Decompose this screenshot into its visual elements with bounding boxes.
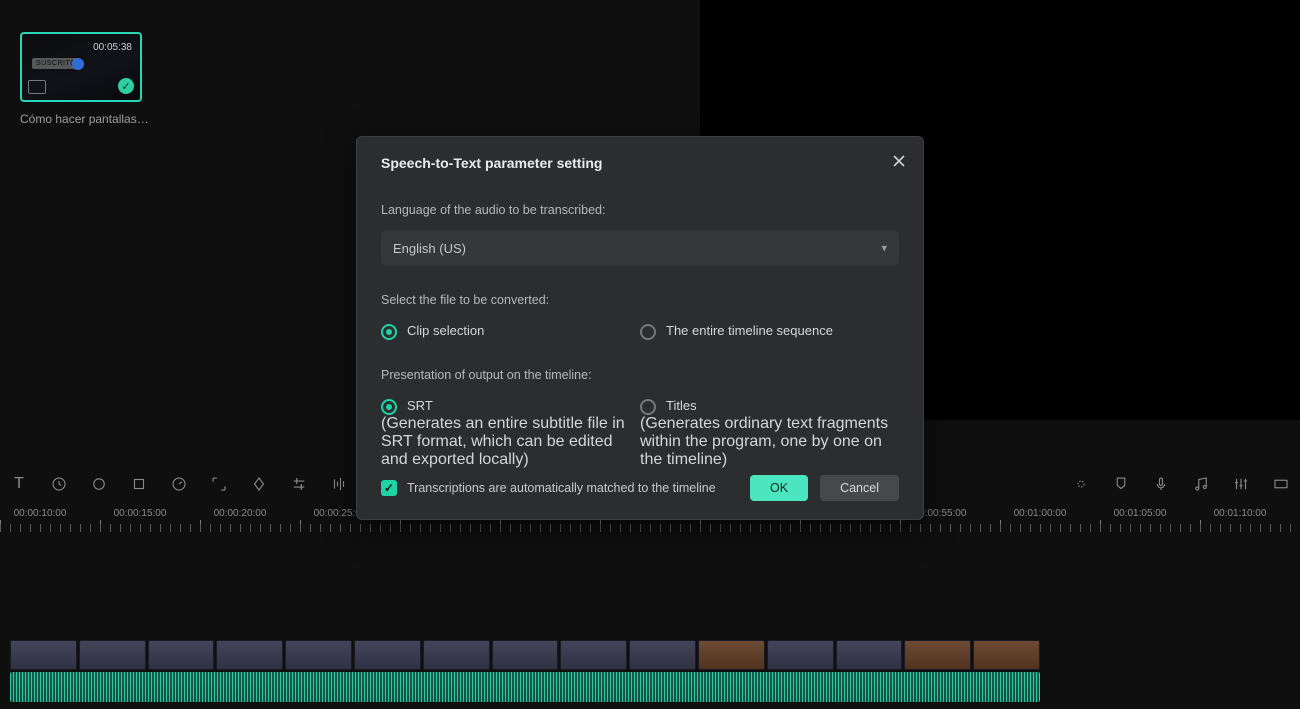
- radio-titles[interactable]: Titles: [640, 398, 899, 415]
- radio-label: Clip selection: [407, 323, 484, 338]
- file-select-label: Select the file to be converted:: [381, 293, 899, 307]
- auto-match-checkbox[interactable]: ✓ Transcriptions are automatically match…: [381, 480, 716, 496]
- radio-label: SRT: [407, 398, 433, 413]
- radio-description: (Generates ordinary text fragments withi…: [640, 415, 899, 469]
- checkbox-icon: ✓: [381, 480, 397, 496]
- cancel-button[interactable]: Cancel: [820, 475, 899, 501]
- close-button[interactable]: [889, 151, 909, 171]
- radio-description: (Generates an entire subtitle file in SR…: [381, 415, 640, 469]
- radio-icon: [640, 324, 656, 340]
- output-label: Presentation of output on the timeline:: [381, 368, 899, 382]
- ok-button[interactable]: OK: [750, 475, 808, 501]
- speech-to-text-dialog: Speech-to-Text parameter setting Languag…: [356, 136, 924, 520]
- modal-overlay: Speech-to-Text parameter setting Languag…: [0, 0, 1300, 709]
- language-select[interactable]: English (US) ▾: [381, 231, 899, 265]
- chevron-down-icon: ▾: [881, 242, 887, 255]
- radio-icon: [640, 399, 656, 415]
- language-label: Language of the audio to be transcribed:: [381, 203, 899, 217]
- radio-clip-selection[interactable]: Clip selection: [381, 323, 640, 340]
- radio-label: The entire timeline sequence: [666, 323, 833, 338]
- close-icon: [892, 154, 906, 168]
- radio-srt[interactable]: SRT: [381, 398, 640, 415]
- radio-icon: [381, 324, 397, 340]
- checkbox-label: Transcriptions are automatically matched…: [407, 481, 716, 495]
- radio-label: Titles: [666, 398, 697, 413]
- radio-entire-timeline[interactable]: The entire timeline sequence: [640, 323, 899, 340]
- language-value: English (US): [393, 241, 466, 256]
- dialog-title: Speech-to-Text parameter setting: [381, 155, 899, 171]
- radio-icon: [381, 399, 397, 415]
